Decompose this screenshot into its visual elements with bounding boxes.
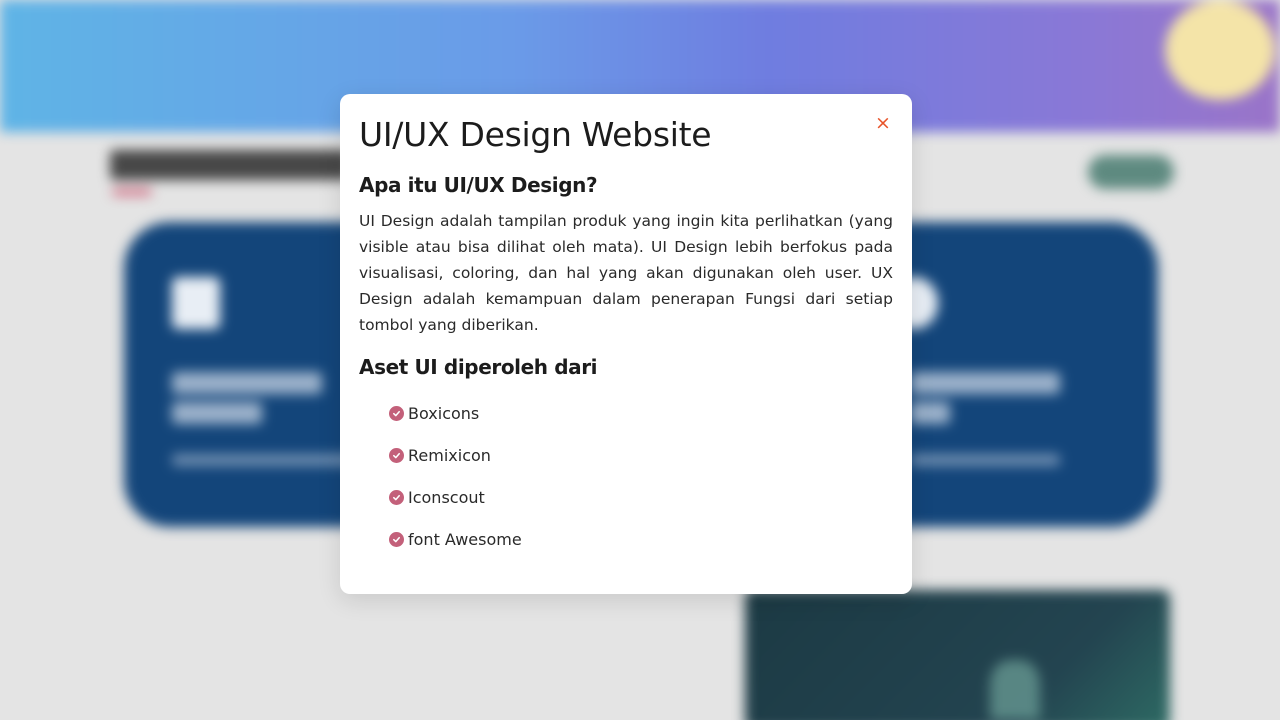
image-card-accent xyxy=(990,660,1040,720)
hero-glow xyxy=(1165,0,1275,100)
list-item: Boxicons xyxy=(389,392,893,434)
list-item: font Awesome xyxy=(389,518,893,560)
close-icon[interactable]: × xyxy=(872,112,894,134)
list-item: Iconscout xyxy=(389,476,893,518)
nav-pill-button xyxy=(1088,155,1174,189)
page: UI/UX Design Website × Apa itu UI/UX Des… xyxy=(0,0,1280,720)
section-heading-blurred xyxy=(110,150,350,180)
asset-list: Boxicons Remixicon Iconscout font Awesom… xyxy=(359,392,893,560)
check-circle-icon xyxy=(389,489,404,505)
card-subtitle-line xyxy=(910,454,1060,466)
card-icon xyxy=(172,277,220,329)
project-detail-modal: UI/UX Design Website × Apa itu UI/UX Des… xyxy=(340,94,912,594)
section-heading-what-is: Apa itu UI/UX Design? xyxy=(359,173,598,197)
card-title-line xyxy=(910,372,1060,394)
check-circle-icon xyxy=(389,405,404,421)
section-heading-assets: Aset UI diperoleh dari xyxy=(359,355,598,379)
card-title-line xyxy=(910,402,950,424)
modal-title: UI/UX Design Website xyxy=(359,115,712,154)
asset-label: Boxicons xyxy=(408,403,480,423)
card-title-line xyxy=(172,372,322,394)
card-title-line xyxy=(172,402,262,424)
check-circle-icon xyxy=(389,447,404,463)
asset-label: Iconscout xyxy=(408,487,485,507)
list-item: Remixicon xyxy=(389,434,893,476)
check-circle-icon xyxy=(389,531,404,547)
description-text: UI Design adalah tampilan produk yang in… xyxy=(359,212,893,334)
asset-label: Remixicon xyxy=(408,445,491,465)
section-heading-underline xyxy=(112,188,152,196)
image-card xyxy=(745,590,1170,720)
asset-label: font Awesome xyxy=(408,529,522,549)
